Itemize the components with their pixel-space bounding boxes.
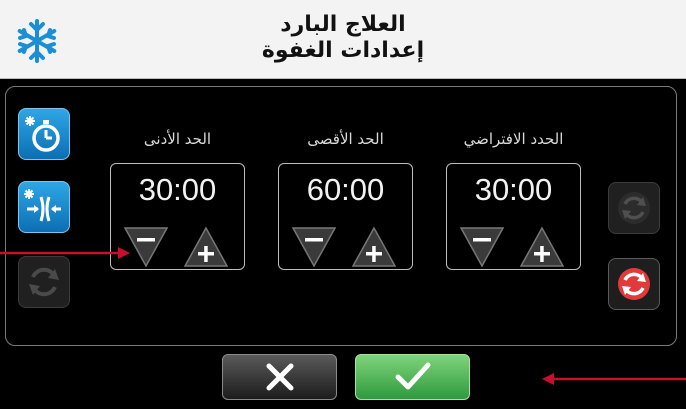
default-increase-button[interactable] — [519, 226, 565, 268]
default-box: 30:00 — [446, 163, 581, 270]
maximum-decrease-button[interactable] — [291, 226, 337, 268]
title-line-1: العلاج البارد — [280, 12, 406, 37]
refresh-icon — [618, 268, 650, 300]
snowflake-compress-icon — [24, 189, 61, 222]
snooze-compress-button[interactable] — [18, 181, 70, 233]
minimum-value: 30:00 — [138, 172, 217, 207]
default-value: 30:00 — [474, 172, 553, 207]
annotation-arrow-right — [542, 373, 686, 385]
confirm-button[interactable] — [355, 354, 470, 400]
snowflake-stopwatch-icon — [25, 116, 60, 152]
default-decrease-button[interactable] — [459, 226, 505, 268]
close-icon — [266, 363, 293, 391]
minimum-increase-button[interactable] — [183, 226, 229, 268]
title-line-2: إعدادات الغفوة — [261, 38, 425, 63]
refresh-icon — [618, 192, 650, 224]
refresh-icon — [29, 267, 59, 297]
annotation-arrow-left — [0, 247, 130, 259]
maximum-value: 60:00 — [306, 172, 385, 207]
default-label: الحدد الافتراضي — [463, 130, 564, 148]
cancel-button[interactable] — [222, 354, 337, 400]
maximum-increase-button[interactable] — [351, 226, 397, 268]
screen-title: العلاج البارد إعدادات الغفوة — [0, 12, 686, 64]
snooze-timer-button[interactable] — [18, 108, 70, 160]
restore-defaults-button[interactable] — [608, 182, 660, 234]
maximum-box: 60:00 — [278, 163, 413, 270]
minimum-label: الحد الأدنى — [143, 130, 212, 148]
header-bar: العلاج البارد إعدادات الغفوة — [0, 0, 686, 79]
maximum-label: الحد الأقصى — [307, 130, 384, 148]
checkmark-icon — [395, 362, 430, 390]
reset-button[interactable] — [608, 258, 660, 310]
